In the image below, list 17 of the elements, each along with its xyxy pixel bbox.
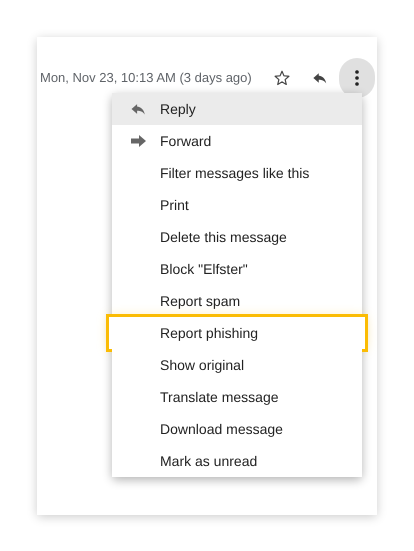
menu-item[interactable]: Download message [112,413,362,445]
menu-item[interactable]: Block "Elfster" [112,253,362,285]
menu-item[interactable]: Reply [112,93,362,125]
menu-item[interactable]: Mark as unread [112,445,362,477]
star-icon[interactable] [272,68,291,88]
message-date: Mon, Nov 23, 10:13 AM (3 days ago) [40,69,252,88]
menu-item[interactable]: Delete this message [112,221,362,253]
menu-item[interactable]: Filter messages like this [112,157,362,189]
menu-item[interactable]: Translate message [112,381,362,413]
menu-item[interactable]: Forward [112,125,362,157]
menu-item[interactable]: Report phishing [109,317,365,349]
menu-item[interactable]: Show original [112,349,362,381]
reply-icon [130,102,147,116]
more-icon [354,70,359,86]
menu-item[interactable]: Report spam [112,285,362,317]
arrow-icon [131,135,146,147]
menu-item[interactable]: Print [112,189,362,221]
